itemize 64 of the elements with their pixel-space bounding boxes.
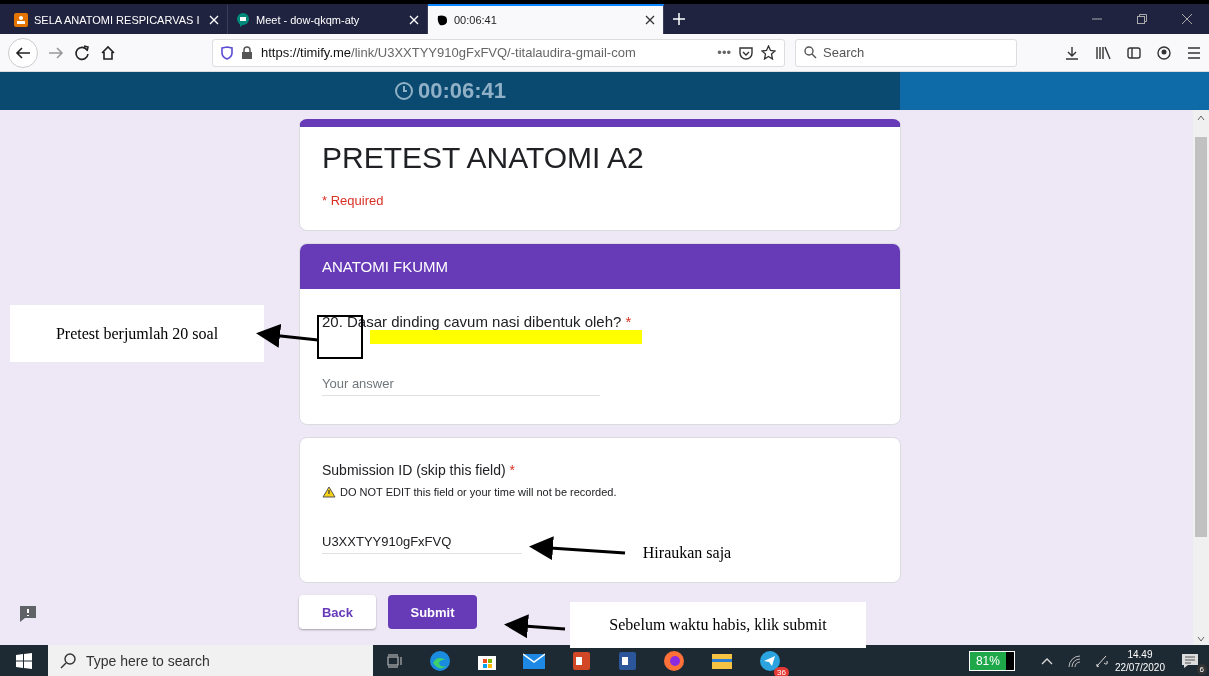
sidebar-icon[interactable] — [1127, 45, 1141, 60]
more-actions-button[interactable]: ••• — [717, 45, 731, 60]
paper-plane-icon[interactable] — [759, 649, 781, 672]
back-button[interactable]: Back — [299, 595, 376, 629]
arrow-right-icon[interactable] — [48, 45, 64, 60]
browser-tab[interactable]: 00:06:41 — [428, 4, 664, 34]
folder-icon[interactable] — [711, 651, 733, 670]
plus-icon[interactable] — [672, 12, 686, 26]
person-icon — [14, 13, 28, 27]
download-icon[interactable] — [1065, 45, 1079, 60]
section-header: ANATOMI FKUMM — [300, 244, 900, 289]
clock-icon — [393, 81, 414, 101]
chat-bubble-icon — [236, 13, 250, 27]
notification-icon[interactable] — [1181, 652, 1199, 669]
pen-icon[interactable] — [1094, 653, 1109, 668]
restore-icon[interactable] — [1136, 14, 1147, 24]
arrow — [504, 614, 566, 639]
firefox-icon[interactable] — [663, 649, 685, 672]
account-icon[interactable] — [1157, 45, 1171, 60]
wifi-icon[interactable] — [1066, 653, 1081, 668]
taskbar-clock[interactable]: 14.49 22/07/2020 — [1114, 647, 1165, 674]
arrow-left-icon — [15, 45, 31, 60]
drop-icon — [436, 14, 448, 26]
field-label: Submission ID (skip this field) * — [322, 462, 516, 478]
search-icon — [60, 652, 76, 669]
feedback-icon[interactable] — [19, 605, 37, 623]
mail-icon[interactable] — [523, 652, 545, 669]
home-icon[interactable] — [100, 44, 116, 61]
url-text: https://timify.me/link/U3XXTYY910gFxFVQ/-titalaudira-gmail-com — [261, 45, 637, 60]
windows-logo-icon[interactable] — [16, 652, 32, 669]
warning-icon — [322, 486, 336, 498]
library-icon[interactable] — [1095, 45, 1111, 60]
lock-icon — [241, 45, 253, 60]
menu-icon[interactable] — [1187, 46, 1201, 59]
reload-icon[interactable] — [74, 44, 90, 61]
notification-badge: 36 — [774, 666, 789, 676]
powerpoint-icon[interactable] — [571, 650, 591, 671]
star-icon[interactable] — [761, 45, 776, 60]
warning-text: DO NOT EDIT this field or your time will not be recorded. — [340, 486, 617, 498]
shield-icon — [221, 45, 233, 60]
submission-id-field[interactable]: U3XXTYY910gFxFVQ — [322, 530, 522, 554]
close-icon[interactable] — [1181, 14, 1192, 24]
word-icon[interactable] — [617, 650, 637, 671]
taskbar-search-field[interactable]: Type here to search — [48, 645, 373, 676]
close-icon[interactable] — [645, 15, 655, 25]
annotation-text: Sebelum waktu habis, klik submit — [609, 616, 827, 634]
form-title: PRETEST ANATOMI A2 — [322, 141, 645, 175]
annotation-text: Pretest berjumlah 20 soal — [55, 324, 219, 343]
battery-meter: 81% — [968, 650, 1015, 671]
countdown-timer: 00:06:41 — [417, 78, 507, 104]
required-note: * Required — [322, 193, 385, 208]
submit-button[interactable]: Submit — [388, 595, 477, 629]
pocket-icon[interactable] — [739, 45, 753, 60]
scrollbar[interactable] — [1193, 110, 1209, 645]
arrow — [256, 324, 319, 348]
caret-down-icon[interactable] — [1197, 636, 1205, 642]
task-view-icon[interactable] — [387, 653, 403, 668]
search-icon — [804, 46, 817, 59]
notification-count: 6 — [1196, 663, 1207, 675]
annotation-text: Hiraukan saja — [642, 544, 732, 562]
back-button[interactable] — [8, 37, 38, 68]
address-bar[interactable]: https://timify.me/link/U3XXTYY910gFxFVQ/-titalaudira-gmail-com ••• — [212, 38, 785, 67]
edge-icon[interactable] — [429, 649, 451, 672]
search-field[interactable]: Search — [795, 38, 1017, 67]
